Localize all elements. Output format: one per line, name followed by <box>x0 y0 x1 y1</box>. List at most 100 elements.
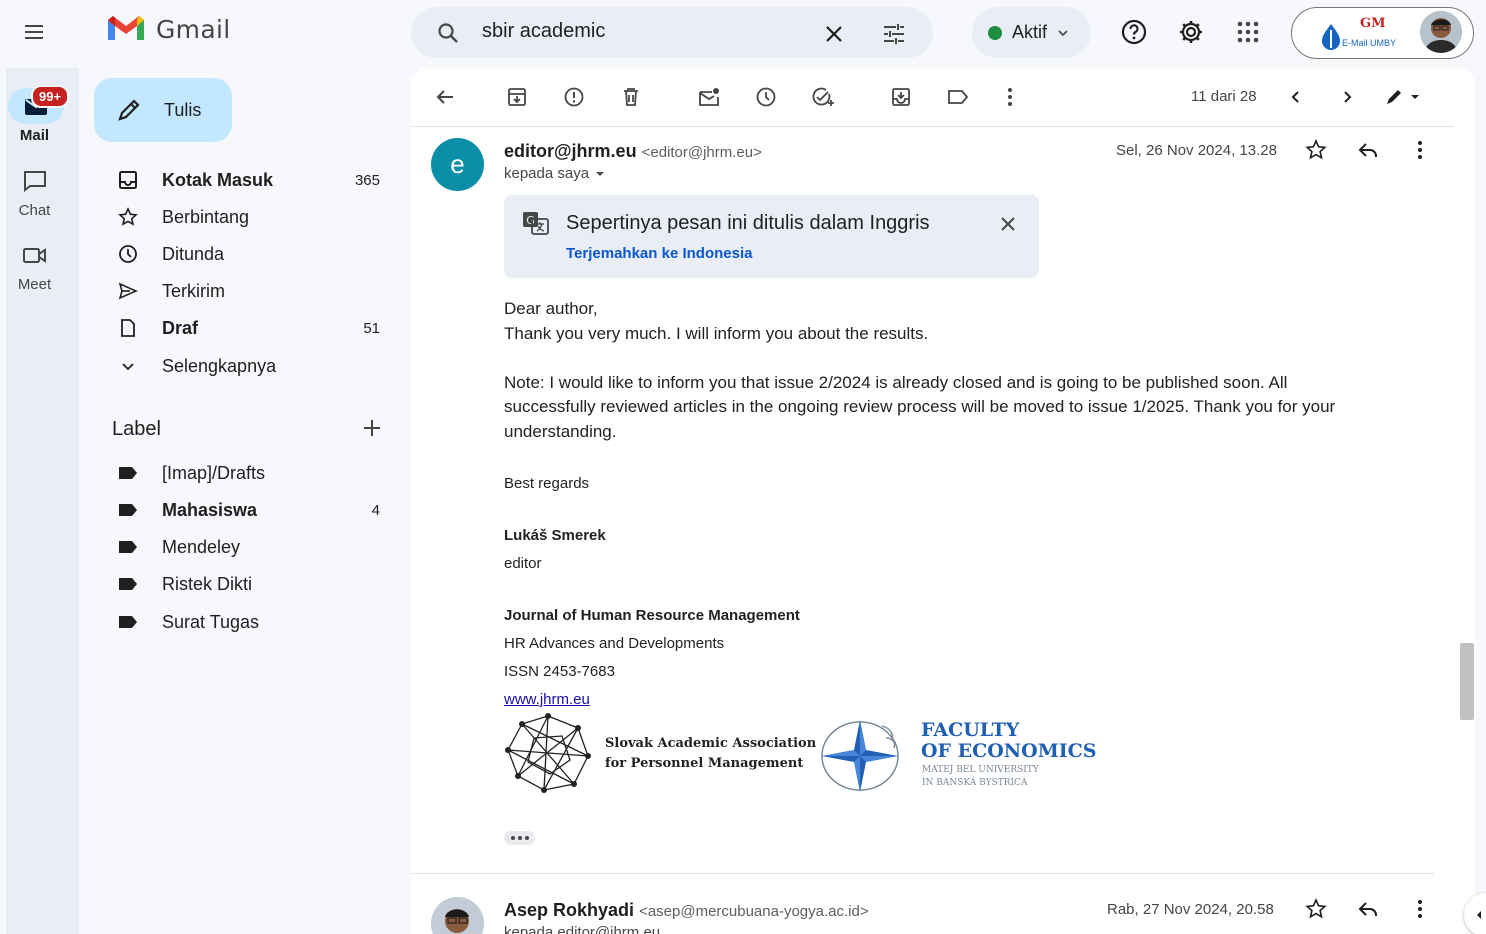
nav-item-count: 51 <box>363 319 380 337</box>
mark-unread-button[interactable] <box>696 84 722 110</box>
scrollbar-thumb[interactable] <box>1460 643 1474 720</box>
faculty-logo: FACULTY OF ECONOMICS MATEJ BEL UNIVERSIT… <box>820 714 1097 796</box>
apps-grid-icon <box>1237 21 1259 43</box>
recipient-toggle[interactable]: kepada saya <box>504 165 605 182</box>
apps-button[interactable] <box>1230 14 1266 50</box>
close-icon <box>826 26 842 42</box>
more-vert-icon <box>1418 900 1422 918</box>
search-options-button[interactable] <box>877 18 911 50</box>
newer-button[interactable] <box>1283 84 1309 110</box>
faculty-line-2: OF ECONOMICS <box>921 740 1097 762</box>
gmail-m-icon <box>108 16 144 40</box>
sender-avatar[interactable]: e <box>431 138 484 191</box>
search-button[interactable] <box>431 16 465 50</box>
search-input[interactable] <box>482 20 802 43</box>
rail-meet-label: Meet <box>17 276 52 293</box>
archive-button[interactable] <box>504 84 530 110</box>
main-menu-button[interactable] <box>14 12 54 52</box>
svg-text:G: G <box>526 214 535 227</box>
gmail-wordmark: Gmail <box>156 14 231 44</box>
translate-banner: G Sepertinya pesan ini ditulis dalam Ing… <box>504 195 1039 278</box>
more-vert-icon <box>1418 141 1422 159</box>
label-item-mendeley[interactable]: Mendeley <box>110 530 400 564</box>
add-task-button[interactable] <box>810 84 836 110</box>
label-item-count: 4 <box>371 501 380 519</box>
rail-chat-button[interactable] <box>22 170 48 192</box>
translate-link[interactable]: Terjemahkan ke Indonesia <box>566 245 752 262</box>
snooze-button[interactable] <box>753 84 779 110</box>
label-item-label: Mendeley <box>162 536 241 557</box>
nav-item-drafts[interactable]: Draf 51 <box>110 311 400 345</box>
nav-item-starred[interactable]: Berbintang <box>110 200 400 234</box>
draft-icon <box>121 319 135 337</box>
hamburger-icon <box>25 25 43 39</box>
more-actions-button[interactable] <box>997 84 1023 110</box>
tune-icon <box>884 24 904 44</box>
message-more-button[interactable] <box>1406 136 1434 164</box>
input-tools-button[interactable] <box>1384 86 1428 108</box>
rail-chat-label: Chat <box>18 202 51 219</box>
report-spam-button[interactable] <box>561 84 587 110</box>
reply-icon <box>1358 902 1377 916</box>
show-trimmed-content-button[interactable] <box>504 831 535 845</box>
sender-name[interactable]: Asep Rokhyadi <box>504 900 634 920</box>
rail-meet-button[interactable] <box>22 246 48 266</box>
nav-item-more[interactable]: Selengkapnya <box>110 349 400 383</box>
recipient-text[interactable]: kepada editor@jhrm.eu <box>504 924 660 934</box>
gear-icon <box>1180 21 1202 43</box>
chevron-left-icon <box>1477 911 1481 919</box>
labels-button[interactable] <box>945 84 971 110</box>
nav-item-inbox[interactable]: Kotak Masuk 365 <box>110 163 400 197</box>
back-button[interactable] <box>432 84 458 110</box>
account-switcher[interactable]: GM E-Mail UMBY <box>1291 7 1474 59</box>
help-button[interactable] <box>1116 14 1152 50</box>
pen-icon <box>1387 90 1401 104</box>
nav-item-sent[interactable]: Terkirim <box>110 274 400 308</box>
signature-link[interactable]: www.jhrm.eu <box>504 691 590 708</box>
message-divider <box>411 873 1434 874</box>
clock-icon <box>756 87 776 107</box>
nav-item-snoozed[interactable]: Ditunda <box>110 237 400 271</box>
label-icon <box>119 467 137 479</box>
label-item-ristek-dikti[interactable]: Ristek Dikti <box>110 567 400 601</box>
body-line: Note: I would like to inform you that is… <box>504 373 1288 392</box>
message-more-button[interactable] <box>1406 895 1434 923</box>
signature-greeting: Best regards <box>504 475 590 492</box>
reply-button[interactable] <box>1354 895 1382 923</box>
reply-button[interactable] <box>1354 136 1382 164</box>
archive-icon <box>508 88 526 106</box>
mark-unread-icon <box>699 88 719 106</box>
label-item-imap-drafts[interactable]: [Imap]/Drafts <box>110 456 400 490</box>
faculty-line-1: FACULTY <box>921 719 1020 741</box>
left-rail <box>6 68 79 934</box>
label-item-mahasiswa[interactable]: Mahasiswa 4 <box>110 493 400 527</box>
label-icon <box>119 578 137 590</box>
video-icon <box>23 248 46 263</box>
profile-avatar[interactable] <box>1420 11 1462 53</box>
settings-button[interactable] <box>1173 14 1209 50</box>
gmail-logo[interactable]: Gmail <box>106 14 230 44</box>
clear-search-button[interactable] <box>818 18 850 50</box>
status-selector[interactable]: Aktif <box>972 7 1091 58</box>
older-button[interactable] <box>1334 84 1360 110</box>
nav-item-label: Berbintang <box>162 206 250 227</box>
star-button[interactable] <box>1302 895 1330 923</box>
nav-item-label: Draf <box>162 317 199 338</box>
chevron-down-icon <box>1058 29 1068 36</box>
label-item-surat-tugas[interactable]: Surat Tugas <box>110 605 400 639</box>
compose-button[interactable]: Tulis <box>94 78 232 142</box>
delete-button[interactable] <box>618 84 644 110</box>
chat-icon <box>24 171 46 192</box>
sender-name[interactable]: editor@jhrm.eu <box>504 141 637 161</box>
pencil-icon <box>118 99 140 121</box>
nav-item-label: Selengkapnya <box>162 355 277 376</box>
star-icon <box>118 207 138 226</box>
pager-text: 11 dari 28 <box>1191 88 1257 105</box>
mail-unread-badge: 99+ <box>31 85 70 108</box>
trash-icon <box>624 88 638 106</box>
star-button[interactable] <box>1302 136 1330 164</box>
add-label-button[interactable] <box>358 414 386 442</box>
dismiss-translate-button[interactable] <box>995 211 1021 237</box>
move-to-button[interactable] <box>888 84 914 110</box>
search-bar[interactable] <box>411 7 933 58</box>
